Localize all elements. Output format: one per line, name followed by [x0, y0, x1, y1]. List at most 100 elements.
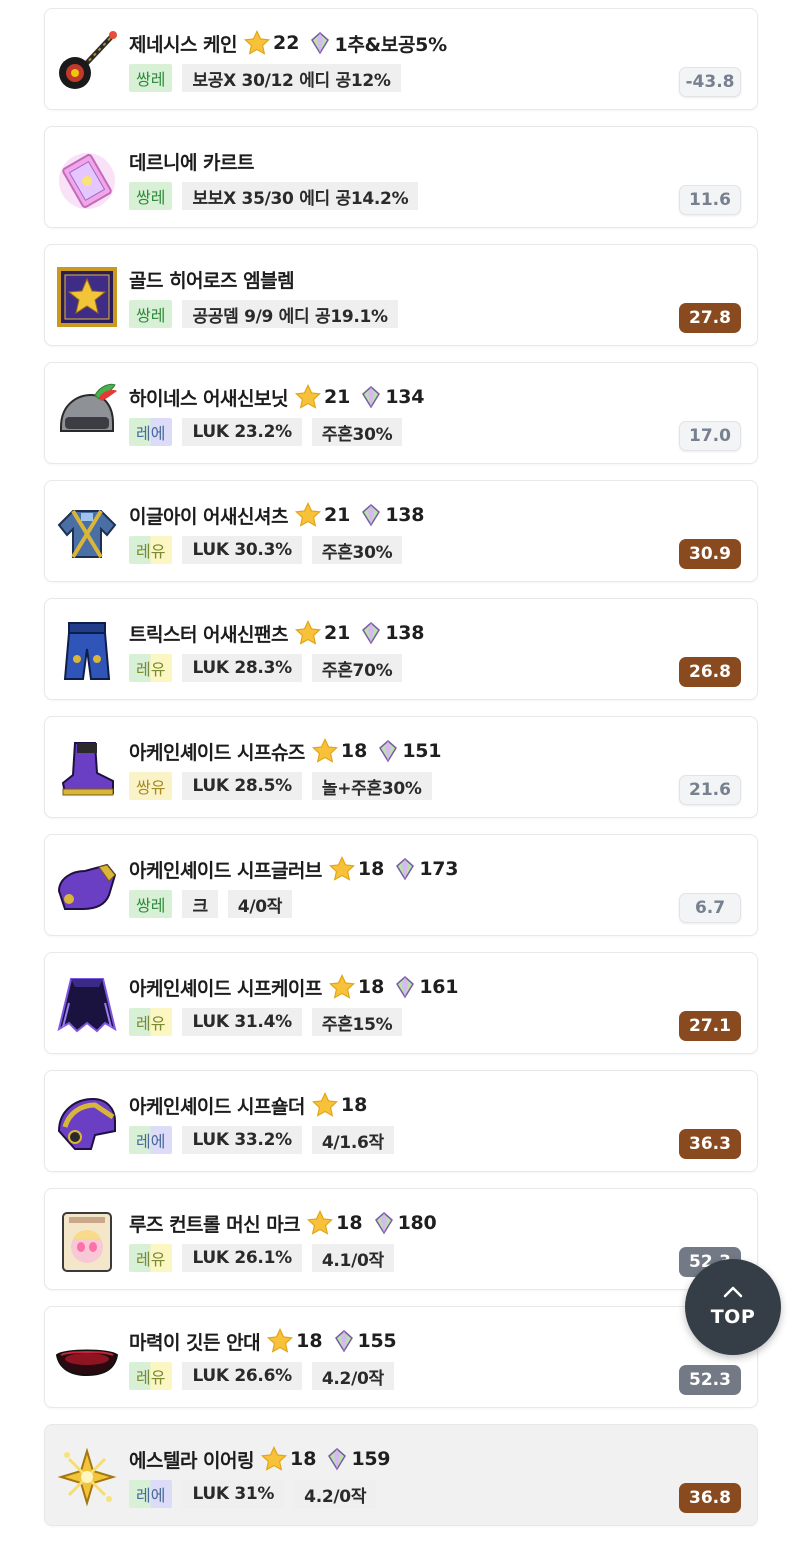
flame-gem-icon — [374, 1212, 393, 1235]
flame-value: 1추&보공5% — [334, 33, 447, 56]
cape-icon — [57, 978, 117, 1033]
stat-chip: 놀+주흔30% — [311, 772, 432, 800]
shoes-icon — [61, 742, 114, 796]
eyepatch-icon — [55, 1349, 119, 1377]
item-name: 아케인셰이드 시프숄더 — [129, 1095, 305, 1118]
score-badge: 36.3 — [679, 1129, 741, 1159]
stat-chip: LUK 30.3% — [182, 536, 302, 564]
top-button-label: TOP — [710, 1306, 756, 1328]
shirt-icon — [57, 509, 117, 559]
score-badge: 17.0 — [679, 421, 741, 451]
equipment-card[interactable]: 골드 히어로즈 엠블렘 쌍레 공공뎀 9/9 에디 공19.1% 27.8 — [44, 244, 758, 346]
stat-chip: LUK 26.1% — [182, 1244, 302, 1272]
score-badge: 30.9 — [679, 539, 741, 569]
equipment-card[interactable]: 아케인셰이드 시프케이프 18 161 레유 LUK 31.4% 주흔15% 2… — [44, 952, 758, 1054]
stat-chip: 4.2/0작 — [311, 1362, 394, 1390]
scroll-top-button[interactable]: TOP — [685, 1259, 781, 1355]
star-count: 18 — [296, 1330, 323, 1352]
score-badge: 52.3 — [679, 1365, 741, 1395]
equipment-card[interactable]: 아케인셰이드 시프슈즈 18 151 쌍유 LUK 28.5% 놀+주흔30% … — [44, 716, 758, 818]
stat-chip: 4/0작 — [227, 890, 293, 918]
score-badge: 21.6 — [679, 775, 741, 805]
cane-icon — [59, 31, 117, 89]
glove-icon — [57, 863, 117, 910]
shoulder-icon — [57, 1097, 116, 1150]
equipment-card[interactable]: 마력이 깃든 안대 18 155 레유 LUK 26.6% 4.2/0작 52.… — [44, 1306, 758, 1408]
item-name: 이글아이 어새신셔츠 — [129, 505, 288, 528]
potential-badge: 레유 — [129, 654, 173, 682]
equipment-card[interactable]: 제네시스 케인 22 1추&보공5% 쌍레 보공X 30/12 에디 공12% … — [44, 8, 758, 110]
item-name: 에스텔라 이어링 — [129, 1449, 254, 1472]
flame-value: 161 — [419, 976, 459, 998]
equipment-card[interactable]: 트릭스터 어새신팬츠 21 138 레유 LUK 28.3% 주흔70% 26.… — [44, 598, 758, 700]
stat-chip: 크 — [182, 890, 218, 918]
equipment-card[interactable]: 하이네스 어새신보닛 21 134 레에 LUK 23.2% 주흔30% 17.… — [44, 362, 758, 464]
star-count: 18 — [357, 976, 385, 998]
item-name: 아케인셰이드 시프슈즈 — [129, 741, 305, 764]
flame-gem-icon — [396, 858, 415, 881]
equipment-card[interactable]: 아케인셰이드 시프숄더 18 레에 LUK 33.2% 4/1.6작 36.3 — [44, 1070, 758, 1172]
star-count: 21 — [323, 386, 351, 408]
equipment-card[interactable]: 이글아이 어새신셔츠 21 138 레유 LUK 30.3% 주흔30% 30.… — [44, 480, 758, 582]
star-count: 18 — [289, 1448, 317, 1470]
stat-chip: 주흔15% — [311, 1008, 403, 1036]
potential-badge: 쌍레 — [129, 64, 173, 92]
flame-value: 180 — [397, 1212, 437, 1234]
stat-chip: 보보X 35/30 에디 공14.2% — [182, 182, 419, 210]
stat-chip: 4.2/0작 — [294, 1480, 377, 1508]
flame-value: 159 — [351, 1448, 391, 1470]
flame-gem-icon — [362, 504, 381, 527]
star-count: 22 — [273, 32, 300, 54]
potential-badge: 레유 — [129, 536, 173, 564]
flame-gem-icon — [328, 1448, 347, 1471]
flame-value: 138 — [385, 622, 425, 644]
earring-icon — [57, 1447, 117, 1507]
star-count: 18 — [340, 1094, 368, 1116]
item-name: 트릭스터 어새신팬츠 — [129, 623, 288, 646]
equipment-card[interactable]: 아케인셰이드 시프글러브 18 173 쌍레 크 4/0작 6.7 — [44, 834, 758, 936]
item-name: 하이네스 어새신보닛 — [129, 387, 288, 410]
star-force-icon — [294, 383, 321, 409]
potential-badge: 쌍유 — [129, 772, 173, 800]
stat-chip: 주흔70% — [311, 654, 403, 682]
star-count: 21 — [323, 622, 351, 644]
stat-chip: LUK 23.2% — [182, 418, 302, 446]
stat-chip: LUK 31.4% — [182, 1008, 302, 1036]
flame-gem-icon — [311, 32, 330, 55]
emblem-icon — [57, 267, 117, 327]
potential-badge: 레에 — [129, 1126, 173, 1154]
flame-value: 151 — [402, 740, 442, 762]
potential-badge: 쌍레 — [129, 890, 173, 918]
star-force-icon — [294, 619, 321, 645]
flame-gem-icon — [396, 976, 415, 999]
potential-badge: 레유 — [129, 1008, 173, 1036]
score-badge: 27.8 — [679, 303, 741, 333]
score-badge: 11.6 — [679, 185, 741, 215]
flame-value: 138 — [385, 504, 425, 526]
stat-chip: LUK 28.5% — [182, 772, 302, 800]
flame-value: 134 — [385, 386, 425, 408]
stat-chip: LUK 28.3% — [182, 654, 302, 682]
equipment-card[interactable]: 루즈 컨트롤 머신 마크 18 180 레유 LUK 26.1% 4.1/0작 … — [44, 1188, 758, 1290]
equipment-card[interactable]: 데르니에 카르트 쌍레 보보X 35/30 에디 공14.2% 11.6 — [44, 126, 758, 228]
score-badge: 27.1 — [679, 1011, 741, 1041]
star-count: 18 — [357, 858, 385, 880]
flame-gem-icon — [334, 1330, 353, 1353]
stat-chip: 4.1/0작 — [311, 1244, 394, 1272]
stat-chip: LUK 26.6% — [182, 1362, 302, 1390]
item-name: 데르니에 카르트 — [129, 151, 254, 174]
star-force-icon — [311, 737, 338, 763]
star-force-icon — [311, 1091, 338, 1117]
score-badge: 6.7 — [679, 893, 741, 923]
flame-value: 173 — [419, 858, 459, 880]
star-count: 21 — [323, 504, 351, 526]
score-badge: 26.8 — [679, 657, 741, 687]
star-force-icon — [328, 973, 355, 999]
potential-badge: 레에 — [129, 1480, 173, 1508]
equipment-card[interactable]: 에스텔라 이어링 18 159 레에 LUK 31% 4.2/0작 36.8 — [44, 1424, 758, 1526]
pants-icon — [63, 622, 111, 680]
item-name: 아케인셰이드 시프케이프 — [129, 977, 322, 1000]
potential-badge: 쌍레 — [129, 182, 173, 210]
stat-chip: 주흔30% — [311, 418, 403, 446]
stat-chip: 4/1.6작 — [311, 1126, 394, 1154]
